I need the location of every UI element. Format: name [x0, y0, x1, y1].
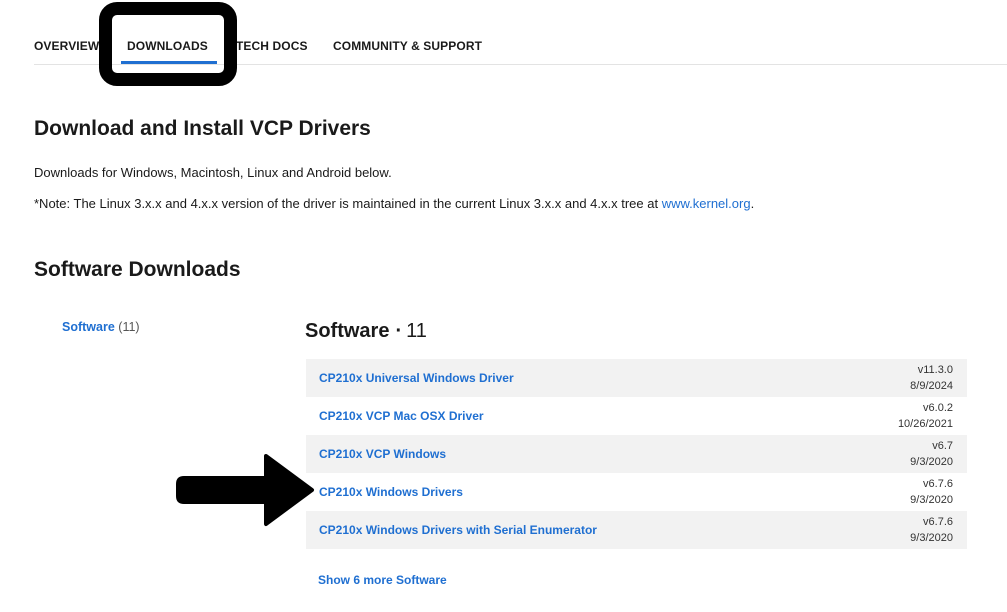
software-list: CP210x Universal Windows Driver v11.3.0 …: [306, 359, 967, 549]
annotation-arrow-icon: [176, 454, 314, 526]
software-link[interactable]: CP210x VCP Mac OSX Driver: [319, 409, 484, 423]
software-date: 8/9/2024: [910, 380, 953, 392]
software-row: CP210x Windows Drivers v6.7.6 9/3/2020: [306, 473, 967, 511]
software-link[interactable]: CP210x VCP Windows: [319, 447, 446, 461]
linux-note-end: .: [750, 196, 755, 211]
software-version: v6.7: [932, 440, 953, 452]
annotation-highlight-box: [99, 2, 237, 86]
tab-tech-docs[interactable]: TECH DOCS: [236, 39, 308, 53]
software-section-count: 11: [406, 320, 427, 342]
software-section-label: Software: [305, 320, 390, 342]
tab-overview[interactable]: OVERVIEW: [34, 39, 99, 53]
category-filter: Software (11): [62, 320, 140, 334]
software-row: CP210x VCP Mac OSX Driver v6.0.2 10/26/2…: [306, 397, 967, 435]
linux-note: *Note: The Linux 3.x.x and 4.x.x version…: [34, 196, 754, 211]
software-link[interactable]: CP210x Windows Drivers with Serial Enume…: [319, 523, 597, 537]
show-more-software-link[interactable]: Show 6 more Software: [318, 573, 447, 587]
software-version: v6.0.2: [923, 402, 953, 414]
software-version: v6.7.6: [923, 478, 953, 490]
software-row: CP210x VCP Windows v6.7 9/3/2020: [306, 435, 967, 473]
intro-text: Downloads for Windows, Macintosh, Linux …: [34, 165, 392, 180]
filter-software-link[interactable]: Software: [62, 320, 115, 334]
page-title: Download and Install VCP Drivers: [34, 117, 371, 140]
linux-note-text: *Note: The Linux 3.x.x and 4.x.x version…: [34, 196, 662, 211]
software-row: CP210x Windows Drivers with Serial Enume…: [306, 511, 967, 549]
tab-community-support[interactable]: COMMUNITY & SUPPORT: [333, 39, 482, 53]
section-separator: ·: [395, 320, 403, 342]
software-link[interactable]: CP210x Universal Windows Driver: [319, 371, 514, 385]
software-row: CP210x Universal Windows Driver v11.3.0 …: [306, 359, 967, 397]
filter-software-count: (11): [118, 320, 140, 334]
software-link[interactable]: CP210x Windows Drivers: [319, 485, 463, 499]
software-version: v11.3.0: [917, 364, 953, 376]
software-date: 9/3/2020: [910, 456, 953, 468]
software-date: 9/3/2020: [910, 494, 953, 506]
software-version: v6.7.6: [923, 516, 953, 528]
software-date: 9/3/2020: [910, 532, 953, 544]
kernel-org-link[interactable]: www.kernel.org: [662, 196, 751, 211]
software-date: 10/26/2021: [897, 418, 953, 430]
software-section-title: Software · 11: [305, 320, 427, 343]
software-downloads-heading: Software Downloads: [34, 258, 241, 281]
